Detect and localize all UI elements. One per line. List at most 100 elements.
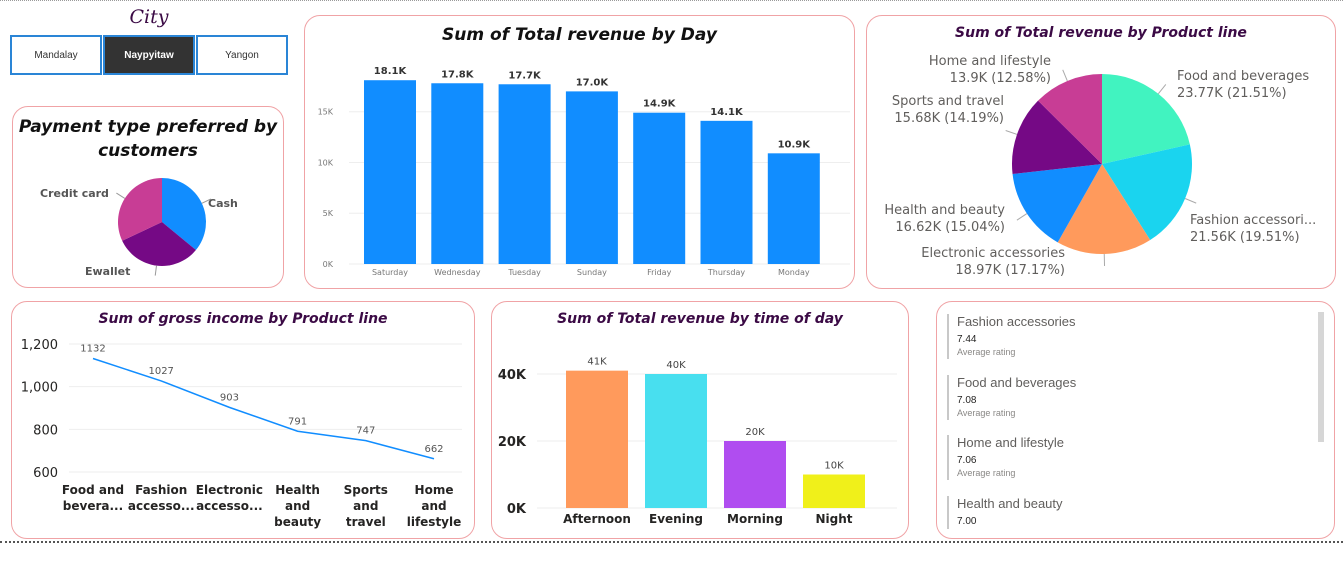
rating-name: Home and lifestyle	[957, 435, 1064, 450]
rating-item[interactable]: Food and beverages 7.08 Average rating	[947, 375, 1307, 420]
time-data-label: 20K	[745, 427, 765, 438]
gross-category-label: and	[353, 499, 378, 513]
day-data-label: 17.0K	[576, 77, 610, 88]
time-data-label: 10K	[824, 461, 844, 472]
gross-income-line-chart: 600 800 1,000 1,200 1132 Food and bevera... 102…	[21, 338, 462, 529]
day-bar	[700, 120, 753, 264]
slicer-option-naypyitaw[interactable]: Naypyitaw	[103, 35, 195, 75]
gross-ytick-label: 600	[33, 466, 58, 481]
top-dotted-line	[0, 0, 1343, 1]
product-leader-line	[1062, 69, 1068, 82]
day-data-label: 10.9K	[778, 139, 812, 150]
product-slice-name: Home and lifestyle	[929, 54, 1051, 69]
product-leader-line	[1184, 198, 1197, 204]
payment-slice-label: Credit card	[40, 187, 109, 200]
product-slice-name: Food and beverages	[1177, 69, 1309, 84]
gross-data-label: 791	[288, 416, 307, 427]
time-ytick-label: 20K	[498, 435, 527, 450]
revenue-by-product-pie: Food and beverages 23.77K (21.51%) Fashion…	[884, 54, 1316, 278]
gross-category-label: and	[421, 499, 446, 513]
day-category-label: Saturday	[372, 268, 408, 277]
product-slice-name: Sports and travel	[892, 94, 1004, 109]
rating-label: Average rating	[957, 347, 1016, 357]
gross-line	[92, 357, 435, 460]
gross-category-label: Food and	[62, 483, 124, 497]
product-leader-line	[1157, 84, 1167, 95]
gross-category-label: Electronic	[196, 483, 263, 497]
day-data-label: 14.1K	[710, 107, 744, 118]
time-ytick-label: 40K	[498, 368, 527, 383]
product-slice-name: Electronic accessories	[921, 246, 1065, 261]
gross-category-label: bevera...	[63, 499, 123, 513]
time-category-label: Evening	[649, 512, 703, 526]
day-data-label: 17.7K	[508, 70, 542, 81]
rating-name: Food and beverages	[957, 375, 1077, 390]
slicer-option-yangon[interactable]: Yangon	[196, 35, 288, 75]
time-bar	[803, 474, 865, 508]
payment-leader-line	[116, 192, 126, 199]
gross-category-label: beauty	[274, 515, 321, 529]
day-bar	[498, 84, 551, 265]
payment-leader-line	[154, 265, 157, 276]
gross-data-label: 1027	[148, 366, 173, 377]
product-slice-value: 23.77K (21.51%)	[1177, 86, 1287, 101]
product-leader-line	[1005, 130, 1018, 135]
time-data-label: 41K	[587, 357, 607, 368]
revenue-by-time-chart: 0K 20K 40K 41K Afternoon 40K Evening 20K Morning…	[498, 357, 897, 526]
day-ytick-label: 10K	[318, 158, 334, 167]
gross-category-label: Fashion	[135, 483, 187, 497]
day-ytick-label: 0K	[323, 260, 334, 269]
time-bar	[645, 374, 707, 508]
revenue-by-day-chart: 0K 5K 10K 15K 18.1K Saturday 17.8K Wednesday 17.…	[318, 66, 850, 277]
gross-data-label: 662	[424, 444, 443, 455]
rating-value: 7.00	[957, 516, 977, 527]
time-ytick-label: 0K	[507, 502, 527, 517]
day-category-label: Thursday	[707, 268, 745, 277]
gross-income-card: Sum of gross income by Product line 600 8…	[11, 301, 475, 539]
day-category-label: Wednesday	[434, 268, 481, 277]
time-bar	[724, 441, 786, 508]
rating-item[interactable]: Home and lifestyle 7.06 Average rating	[947, 435, 1307, 480]
product-slice-value: 15.68K (14.19%)	[894, 111, 1004, 126]
time-category-label: Morning	[727, 512, 783, 526]
gross-data-label: 1132	[80, 344, 105, 355]
product-leader-line	[1016, 213, 1028, 221]
gross-data-label: 747	[356, 426, 375, 437]
payment-type-card: Payment type preferred by customers Cash…	[12, 106, 284, 288]
time-data-label: 40K	[666, 360, 686, 371]
average-rating-card: Fashion accessories 7.44 Average rating …	[936, 301, 1335, 539]
rating-value: 7.06	[957, 455, 977, 466]
gross-category-label: Health	[275, 483, 320, 497]
day-ytick-label: 5K	[323, 209, 334, 218]
rating-name: Fashion accessories	[957, 314, 1076, 329]
rating-label: Average rating	[957, 408, 1016, 418]
gross-category-label: Sports	[344, 483, 388, 497]
gross-category-label: lifestyle	[407, 515, 462, 529]
ratings-scrollbar[interactable]	[1318, 312, 1324, 442]
rating-label: Average rating	[957, 468, 1016, 478]
gross-category-label: Home	[415, 483, 454, 497]
day-data-label: 14.9K	[643, 99, 677, 110]
revenue-by-product-card: Sum of Total revenue by Product line Foo…	[866, 15, 1336, 289]
day-ytick-label: 15K	[318, 108, 334, 117]
day-bar	[633, 112, 686, 264]
rating-item[interactable]: Health and beauty 7.00	[947, 496, 1307, 529]
rating-value: 7.44	[957, 334, 977, 345]
gross-category-label: travel	[346, 515, 386, 529]
day-bar	[364, 80, 416, 264]
slicer-option-mandalay[interactable]: Mandalay	[10, 35, 102, 75]
gross-category-label: accesso...	[128, 499, 195, 513]
time-category-label: Night	[815, 512, 852, 526]
rating-item[interactable]: Fashion accessories 7.44 Average rating	[947, 314, 1307, 359]
product-slice-name: Health and beauty	[884, 203, 1005, 218]
payment-pie-chart: Cash Ewallet Credit card	[40, 178, 238, 278]
product-slice-name: Fashion accessori...	[1190, 213, 1316, 228]
gross-ytick-label: 800	[33, 423, 58, 438]
time-category-label: Afternoon	[563, 512, 631, 526]
rating-value: 7.08	[957, 395, 977, 406]
day-bar	[767, 153, 820, 264]
gross-category-label: accesso...	[196, 499, 263, 513]
day-category-label: Friday	[647, 268, 672, 277]
gross-category-label: and	[285, 499, 310, 513]
product-slice-value: 21.56K (19.51%)	[1190, 230, 1300, 245]
